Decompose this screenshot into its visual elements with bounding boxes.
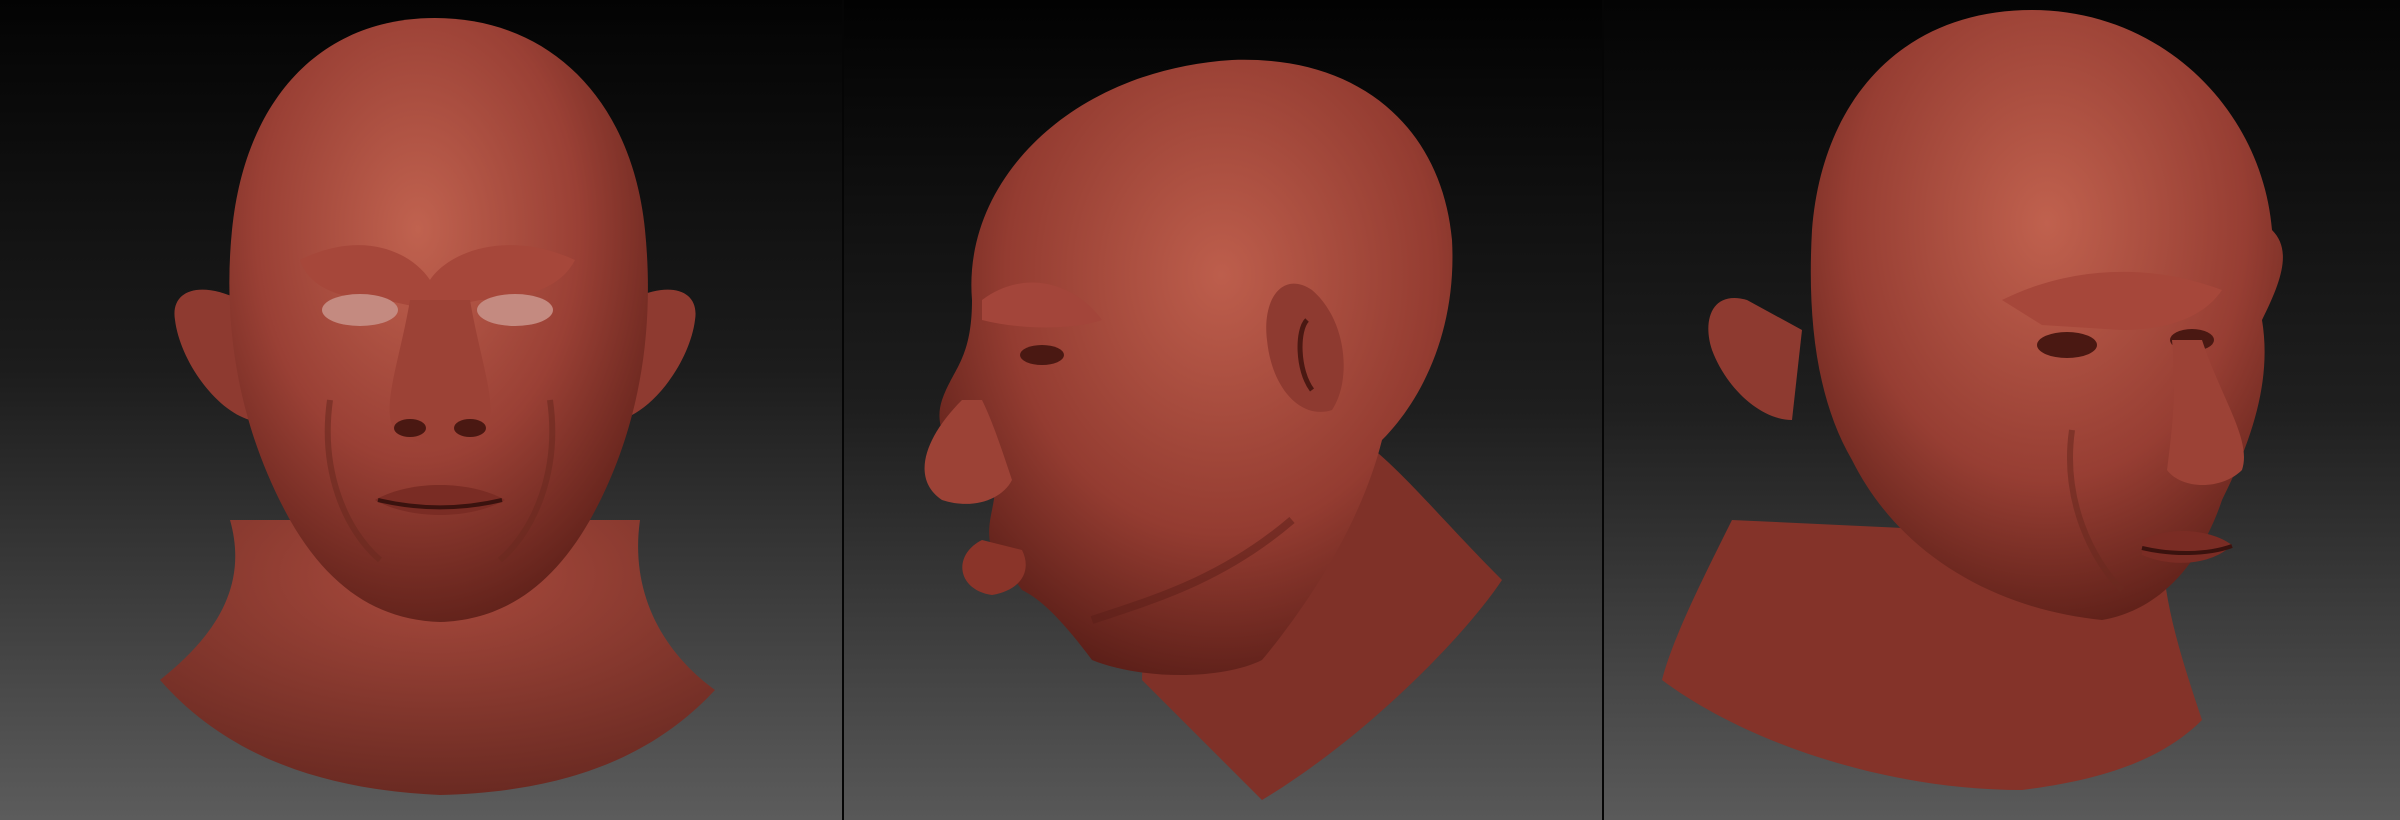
panel-divider <box>1602 0 1604 820</box>
front-view-panel <box>0 0 842 820</box>
side-view-panel <box>842 0 1602 820</box>
three-quarter-view-panel <box>1602 0 2400 820</box>
front-view-render <box>0 0 842 820</box>
side-view-render <box>842 0 1602 820</box>
three-quarter-view-render <box>1602 0 2400 820</box>
panel-divider <box>842 0 844 820</box>
sculpt-render-canvas <box>0 0 2400 820</box>
